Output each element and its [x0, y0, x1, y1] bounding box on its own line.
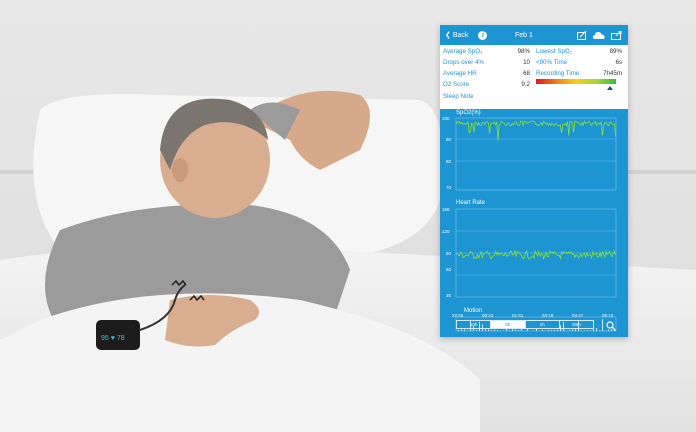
drops-value: 10	[523, 59, 530, 66]
spo2-chart-title: SpO2(%)	[456, 110, 481, 116]
zoom-option-30m[interactable]: 30m	[560, 321, 593, 328]
avg-hr-label: Average HR	[443, 70, 477, 77]
avg-hr-value: 68	[523, 70, 530, 77]
trend-charts	[455, 117, 617, 332]
product-scene: 95 ♥ 78 ❮ Back i Feb 1 Average SpO₂ 98% …	[0, 0, 696, 432]
heart-rate-trace	[456, 249, 616, 261]
o2-score-marker	[606, 86, 613, 90]
hr-tick-90: 90	[446, 251, 452, 256]
avg-spo2-value: 98%	[517, 48, 530, 55]
time-label: 01:51	[512, 313, 524, 318]
time-label: 22:55	[452, 313, 464, 318]
hr-tick-120: 120	[442, 229, 450, 234]
spo2-trace	[455, 120, 616, 141]
hr-tick-60: 60	[446, 267, 452, 272]
charts-area: SpO2(%) 100 90 80 70 Heart Rate 150 120 …	[440, 109, 628, 337]
lowest-spo2-value: 89%	[609, 48, 622, 55]
time-label: 03:19	[542, 313, 554, 318]
recording-time-value: 7h45m	[603, 70, 622, 77]
spo2-tick-70: 70	[446, 185, 452, 190]
edit-icon[interactable]	[577, 30, 587, 40]
o2-score-colorbar	[536, 79, 616, 84]
below90-label: <90% Time	[536, 59, 568, 66]
zoom-option-5h[interactable]: 5h	[491, 321, 526, 328]
sleep-note-link[interactable]: Sleep Note	[443, 93, 474, 100]
recording-time-label: Recording Time	[536, 70, 580, 77]
share-icon[interactable]	[611, 30, 622, 40]
zoom-option-1h[interactable]: 1h	[526, 321, 560, 328]
time-label: 00:23	[482, 313, 494, 318]
back-label: Back	[452, 31, 469, 39]
spo2-tick-90: 90	[446, 137, 452, 142]
below90-value: 6s	[615, 59, 622, 66]
time-axis: 22:55 00:23 01:51 03:19 04:47 06:15	[440, 313, 628, 320]
o2-score-label: O2 Score	[443, 81, 470, 88]
zoom-option-10h[interactable]: 10h	[457, 321, 492, 328]
cloud-icon[interactable]	[593, 31, 605, 39]
hr-tick-30: 30	[446, 293, 452, 298]
o2-score-value: 9.2	[521, 81, 530, 88]
search-icon[interactable]	[606, 321, 616, 331]
lowest-spo2-label: Lowest SpO₂	[536, 48, 573, 55]
drops-label: Drops over 4%	[443, 59, 484, 66]
app-screen: ❮ Back i Feb 1 Average SpO₂ 98% Lowest S…	[440, 25, 628, 337]
time-label: 06:15	[602, 313, 614, 318]
zoom-selector: 10h 5h 1h 30m	[456, 320, 594, 329]
back-button[interactable]: ❮ Back	[445, 31, 469, 40]
date-label: Feb 1	[515, 31, 533, 39]
spo2-tick-100: 100	[442, 116, 450, 121]
info-icon[interactable]: i	[478, 30, 488, 40]
hr-chart-title: Heart Rate	[456, 200, 486, 206]
wrist-display-text: 95 ♥ 78	[101, 335, 125, 342]
summary-panel: Average SpO₂ 98% Lowest SpO₂ 89% Drops o…	[440, 45, 628, 109]
spo2-tick-80: 80	[446, 159, 452, 164]
top-bar: ❮ Back i Feb 1	[440, 25, 628, 45]
hr-tick-150: 150	[442, 207, 450, 212]
avg-spo2-label: Average SpO₂	[443, 48, 483, 55]
chevron-left-icon: ❮	[445, 32, 451, 39]
time-label: 04:47	[572, 313, 584, 318]
